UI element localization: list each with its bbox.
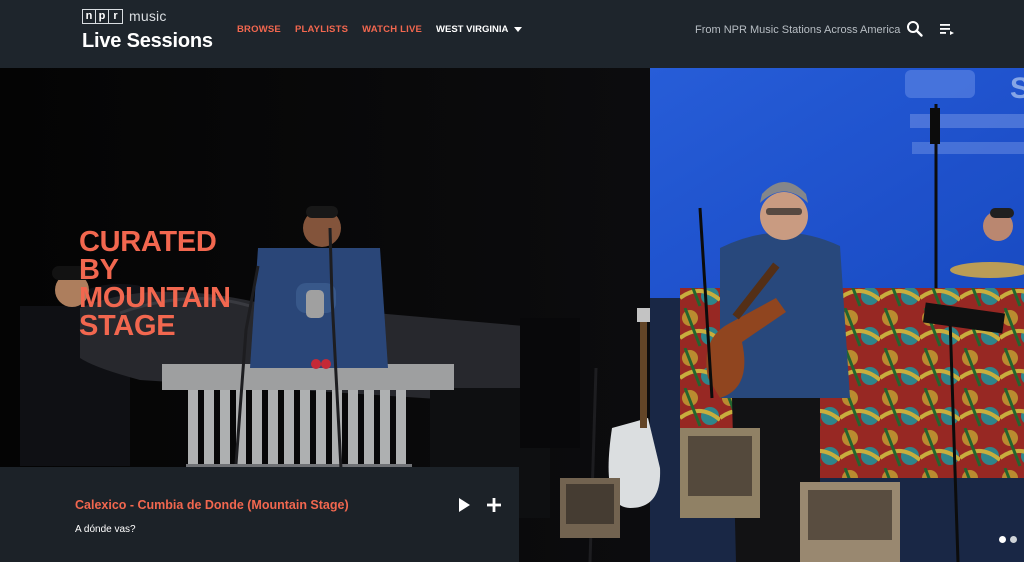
npr-logo-suffix: music (129, 8, 167, 24)
site-title[interactable]: Live Sessions (82, 30, 213, 53)
carousel-dot[interactable] (1010, 536, 1017, 543)
track-title-link[interactable]: Calexico - Cumbia de Donde (Mountain Sta… (75, 498, 349, 512)
playlist-queue-icon (940, 24, 954, 35)
carousel-dot[interactable] (999, 536, 1006, 543)
play-icon (459, 498, 470, 512)
playlist-queue-button[interactable] (938, 20, 956, 38)
top-navigation-bar: n p r music Live Sessions BROWSE PLAYLIS… (0, 0, 1024, 68)
region-dropdown[interactable]: WEST VIRGINIA (436, 24, 523, 35)
hero-heading-line: STAGE (79, 310, 176, 342)
main-nav: BROWSE PLAYLISTS WATCH LIVE WEST VIRGINI… (237, 24, 523, 35)
region-dropdown-label: WEST VIRGINIA (436, 24, 509, 35)
npr-logo-letter: n (83, 9, 96, 23)
add-icon (487, 498, 501, 512)
header-tagline: From NPR Music Stations Across America (695, 24, 901, 36)
brand[interactable]: n p r music Live Sessions (82, 8, 213, 53)
hero-heading: CURATED BY MOUNTAIN STAGE (79, 226, 299, 342)
search-button[interactable] (906, 20, 924, 38)
hero-heading-line: MOUNTAIN (79, 282, 231, 314)
search-icon (907, 21, 923, 37)
hero-heading-line: BY (79, 254, 119, 286)
play-button[interactable] (455, 496, 473, 514)
hero-heading-line: CURATED (79, 226, 217, 258)
npr-logo-boxes: n p r (82, 8, 123, 24)
now-playing-panel: Calexico - Cumbia de Donde (Mountain Sta… (0, 467, 519, 562)
nav-playlists-link[interactable]: PLAYLISTS (295, 24, 348, 35)
chevron-down-icon (514, 27, 523, 32)
npr-logo-letter: r (113, 9, 118, 22)
nav-browse-link[interactable]: BROWSE (237, 24, 281, 35)
npr-logo-letter: p (96, 9, 109, 23)
track-subtitle: A dónde vas? (75, 524, 136, 535)
add-to-queue-button[interactable] (485, 496, 503, 514)
nav-watch-live-link[interactable]: WATCH LIVE (362, 24, 422, 35)
npr-music-logo[interactable]: n p r music (82, 8, 213, 24)
carousel-pager (999, 536, 1017, 543)
